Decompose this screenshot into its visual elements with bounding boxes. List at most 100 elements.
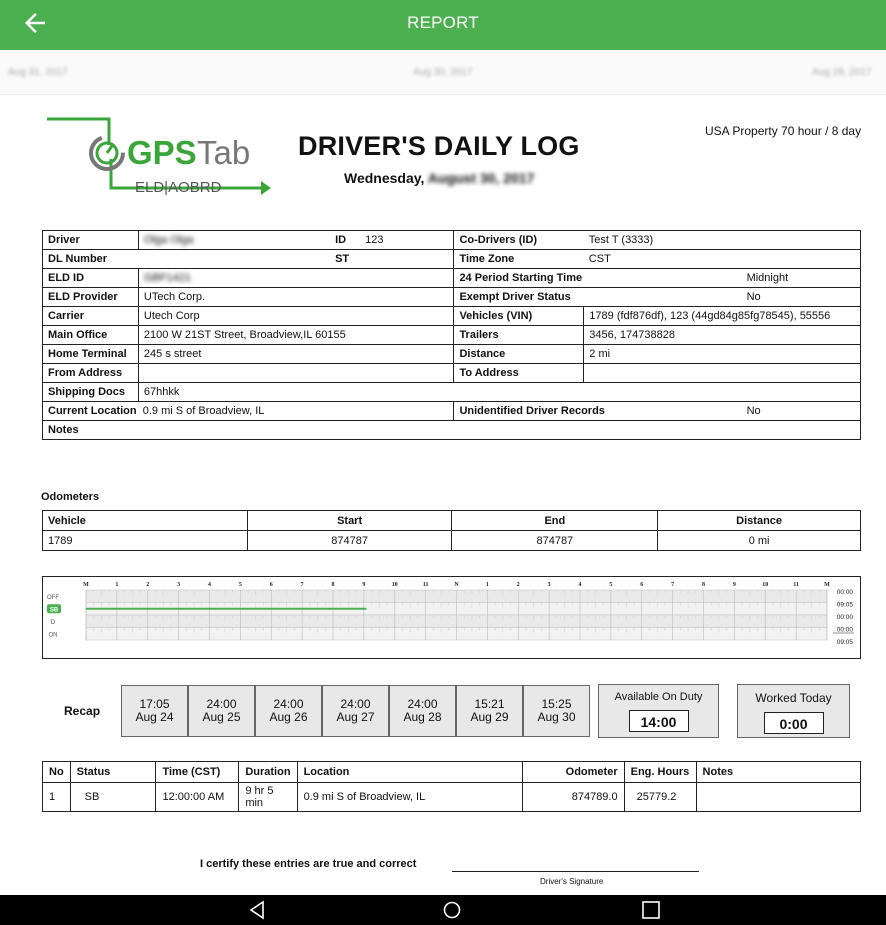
ev-header-duration: Duration <box>238 761 298 783</box>
provider-label: ELD Provider <box>42 287 139 307</box>
worked-label: Worked Today <box>755 691 832 705</box>
certify-text: I certify these entries are true and cor… <box>200 858 417 870</box>
graph-hour-label: 9 <box>362 582 365 588</box>
ev-header-location: Location <box>296 761 523 783</box>
graph-hour-label: 7 <box>301 582 304 588</box>
eld-label: ELD ID <box>42 268 139 288</box>
location-cell: Current Location 0.9 mi S of Broadview, … <box>41 401 454 421</box>
odo-header-end: End <box>451 510 659 531</box>
recap-label: Recap <box>64 704 101 718</box>
graph-hour-label: 7 <box>671 582 674 588</box>
distance-value: 2 mi <box>583 344 861 364</box>
logo-subtext: ELD|AOBRD <box>135 179 222 196</box>
worked-value: 0:00 <box>763 712 824 734</box>
odo-distance: 0 mi <box>657 530 861 551</box>
graph-total-label: 09:05 <box>837 639 854 646</box>
log-date: Wednesday, August 30, 2017 <box>344 170 534 186</box>
ev-header-odometer: Odometer <box>521 761 625 783</box>
logo-brand-bold: GPS <box>127 134 197 171</box>
ev-eng-hours: 25779.2 <box>623 782 697 812</box>
available-value: 14:00 <box>628 710 689 732</box>
driver-id: 123 <box>360 230 455 250</box>
available-label: Available On Duty <box>614 691 703 703</box>
office-value: 2100 W 21ST Street, Broadview,IL 60155 <box>137 325 455 345</box>
graph-hour-label: 10 <box>392 582 398 588</box>
driver-label: Driver <box>42 230 139 250</box>
odo-header-distance: Distance <box>657 510 861 531</box>
graph-status-label: D <box>51 620 56 626</box>
ruleset-label: USA Property 70 hour / 8 day <box>705 124 862 138</box>
codrivers-label: Co-Drivers (ID) <box>453 230 584 250</box>
exempt-label: Exempt Driver Status <box>453 287 742 307</box>
recap-day-date: Aug 29 <box>470 710 509 724</box>
codrivers-value: Test T (3333) <box>583 230 861 250</box>
date-current[interactable]: Aug 30, 2017 <box>413 67 473 78</box>
graph-status-label: SB <box>50 607 59 613</box>
duty-status-graph: M 1 2 3 4 5 6 7 8 9 10 11 N 1 2 3 4 5 6 7 8 9 10 11 M OFF SB D ON 00:… <box>42 576 861 659</box>
recap-day: 24:00 Aug 27 <box>322 685 389 737</box>
office-label: Main Office <box>42 325 139 345</box>
duty-graph-svg: M 1 2 3 4 5 6 7 8 9 10 11 N 1 2 3 4 5 6 7 8 9 10 11 M OFF SB D ON 00:… <box>47 582 854 646</box>
graph-total-label: 00:00 <box>837 589 854 596</box>
graph-status-label: OFF <box>47 595 59 601</box>
ev-location: 0.9 mi S of Broadview, IL <box>296 782 523 812</box>
graph-hour-label: 6 <box>270 582 273 588</box>
graph-hour-label: 11 <box>793 582 799 588</box>
terminal-value: 245 s street <box>137 344 455 364</box>
log-date-value: August 30, 2017 <box>427 170 535 186</box>
square-recent-icon[interactable] <box>640 899 662 921</box>
gpstab-logo: GPS Tab ELD|AOBRD <box>47 117 271 196</box>
date-next[interactable]: Aug 29, 2017 <box>812 67 872 78</box>
table-row: 1 SB 12:00:00 AM 9 hr 5 min 0.9 mi S of … <box>42 782 862 812</box>
odo-header-start: Start <box>246 510 453 531</box>
date-prev[interactable]: Aug 31, 2017 <box>8 67 68 78</box>
events-table: No Status Time (CST) Duration Location O… <box>42 761 862 812</box>
timezone-label: Time Zone <box>453 249 584 269</box>
graph-hour-label: 10 <box>762 582 768 588</box>
carrier-value: Utech Corp <box>137 306 455 326</box>
recap-day: 24:00 Aug 26 <box>255 685 322 737</box>
app-root: REPORT Aug 31, 2017 Aug 30, 2017 Aug 29,… <box>0 0 886 925</box>
graph-hour-label: 4 <box>579 582 582 588</box>
to-value <box>583 363 861 383</box>
graph-hour-label: 5 <box>609 582 612 588</box>
recap-day-date: Aug 25 <box>202 710 241 724</box>
graph-hour-label: 8 <box>332 582 335 588</box>
ev-notes <box>695 782 862 812</box>
recap-day: 15:25 Aug 30 <box>523 685 590 737</box>
app-bar: REPORT <box>0 0 886 50</box>
recap-day: 24:00 Aug 28 <box>389 685 456 737</box>
driver-info-table: Driver Olga Olga ID 123 Co-Drivers (ID) … <box>41 230 862 440</box>
graph-hour-label: 2 <box>517 582 520 588</box>
graph-total-label: 00:00 <box>837 614 854 621</box>
unidentified-label: Unidentified Driver Records <box>453 401 742 421</box>
triangle-back-icon[interactable] <box>246 899 268 921</box>
log-weekday: Wednesday, <box>344 170 425 186</box>
graph-hour-label: 11 <box>423 582 429 588</box>
dl-label: DL Number <box>42 249 331 269</box>
available-on-duty-box: Available On Duty 14:00 <box>598 684 719 738</box>
graph-hour-label: 1 <box>115 582 118 588</box>
odo-end: 874787 <box>451 530 659 551</box>
circle-home-icon[interactable] <box>441 899 463 921</box>
system-nav-bar <box>0 895 886 925</box>
recap-day-date: Aug 26 <box>269 710 308 724</box>
exempt-value: No <box>741 287 861 307</box>
location-value: 0.9 mi S of Broadview, IL <box>142 405 265 417</box>
shipping-value: 67hhkk <box>137 382 862 402</box>
to-label: To Address <box>453 363 585 383</box>
st-label: ST <box>330 249 361 269</box>
location-label: Current Location <box>48 405 137 417</box>
id-label: ID <box>330 230 361 250</box>
graph-hour-label: 9 <box>733 582 736 588</box>
from-value <box>137 363 455 383</box>
shipping-label: Shipping Docs <box>42 382 139 402</box>
recap-day-date: Aug 27 <box>336 710 375 724</box>
table-row: 1789 874787 874787 0 mi <box>42 530 861 551</box>
graph-hour-label: 4 <box>208 582 211 588</box>
graph-total-label: 00:00 <box>837 627 854 634</box>
graph-hour-label: 2 <box>146 582 149 588</box>
recap-day: 17:05 Aug 24 <box>121 685 188 737</box>
odometers-table: Vehicle Start End Distance 1789 874787 8… <box>42 510 861 551</box>
graph-hour-label: M <box>824 582 830 588</box>
